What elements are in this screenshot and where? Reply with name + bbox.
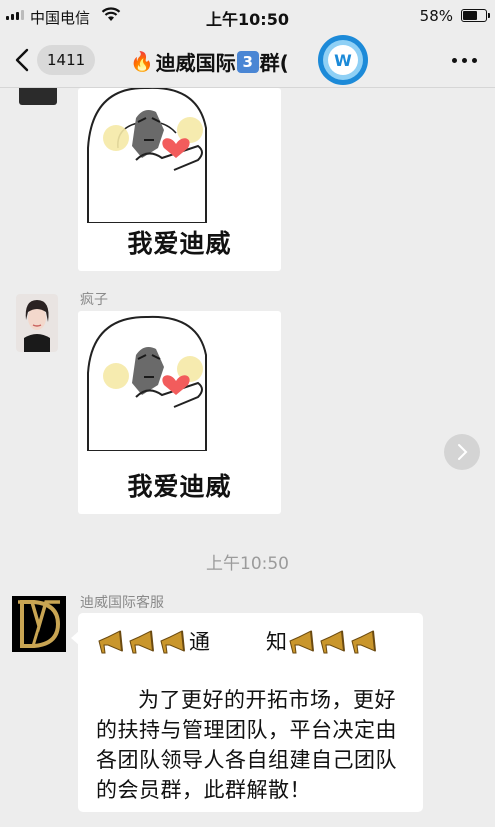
megaphone-icon [351,630,376,654]
brand-logo-icon: W [318,35,368,85]
chevron-right-icon [458,444,468,460]
meme-face-image [87,315,207,451]
avatar[interactable] [19,88,57,105]
fire-icon: 🔥 [130,51,154,73]
sticker-message[interactable]: 我爱迪威 [78,88,281,271]
message-timestamp: 上午10:50 [206,554,289,574]
sender-name: 迪威国际客服 [80,595,164,611]
notice-text: 为了更好的开拓市场，更好的扶持与管理团队，平台决定由各团队领导人各自组建自己团队… [96,688,397,802]
megaphone-icon [160,630,185,654]
unread-count-badge[interactable]: 1411 [37,45,96,75]
user-photo-image [16,294,58,352]
back-chevron-icon[interactable] [10,47,36,73]
battery-icon [461,9,490,22]
sticker-message[interactable]: 我爱迪威 [78,311,281,514]
avatar[interactable] [12,596,66,652]
sticker-caption: 我爱迪威 [127,229,232,258]
megaphone-icon [98,630,123,654]
title-text-1: 迪威国际 [155,51,236,75]
sticker-caption: 我爱迪威 [127,472,232,501]
notice-word: 知 [266,630,287,654]
svg-text:W: W [334,51,352,70]
sender-name: 疯子 [80,292,108,308]
status-bar: 中国电信 上午10:50 58% [0,0,495,34]
chat-title[interactable]: 🔥 迪威国际 3 群( [130,47,289,76]
chat-header: 1411 🔥 迪威国际 3 群( W [0,34,495,88]
megaphone-icon [320,630,345,654]
number-badge: 3 [236,50,259,73]
more-options-icon[interactable] [452,58,477,63]
megaphone-icon [129,630,154,654]
meme-face-image [87,88,207,223]
next-message-button[interactable] [444,434,480,470]
text-message-bubble[interactable]: 通 知 为了更好的开拓市场，更好的扶持与管理团队，平台决定由各团队领导人各自组建… [71,613,423,812]
dv-logo-icon [12,596,66,652]
notice-word: 通 [189,630,210,654]
megaphone-icon [289,630,314,654]
notice-heading: 通 知 [96,627,405,657]
title-text-2: 群( [259,51,289,75]
battery-percent: 58% [419,7,453,25]
avatar[interactable] [16,294,58,352]
